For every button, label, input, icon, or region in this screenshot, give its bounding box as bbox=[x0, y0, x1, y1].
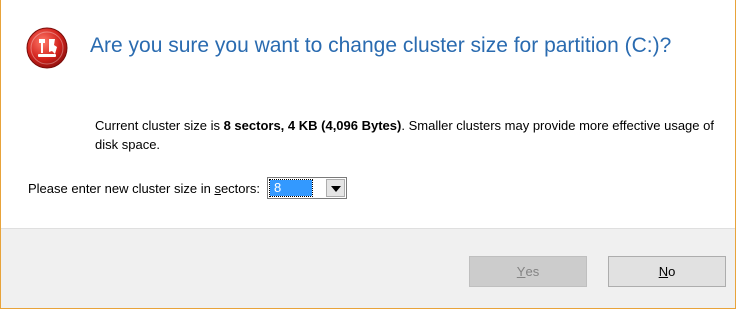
dialog-title: Are you sure you want to change cluster … bbox=[90, 34, 672, 57]
partition-tool-app-icon bbox=[26, 27, 68, 69]
message-bold-size: 8 sectors, 4 KB (4,096 Bytes) bbox=[223, 118, 402, 133]
cluster-size-combobox[interactable]: 8 bbox=[266, 177, 347, 199]
dialog-footer: Yes No bbox=[1, 228, 735, 308]
chevron-down-icon[interactable] bbox=[325, 179, 345, 197]
cluster-size-value[interactable]: 8 bbox=[268, 179, 313, 197]
no-button[interactable]: No bbox=[608, 256, 726, 287]
cluster-size-label: Please enter new cluster size in sectors… bbox=[28, 180, 260, 196]
message-prefix: Current cluster size is bbox=[95, 118, 224, 133]
dialog-message: Current cluster size is 8 sectors, 4 KB … bbox=[95, 116, 715, 154]
confirm-dialog: Are you sure you want to change cluster … bbox=[0, 0, 736, 309]
cluster-size-row: Please enter new cluster size in sectors… bbox=[28, 177, 347, 199]
yes-button[interactable]: Yes bbox=[469, 256, 587, 287]
